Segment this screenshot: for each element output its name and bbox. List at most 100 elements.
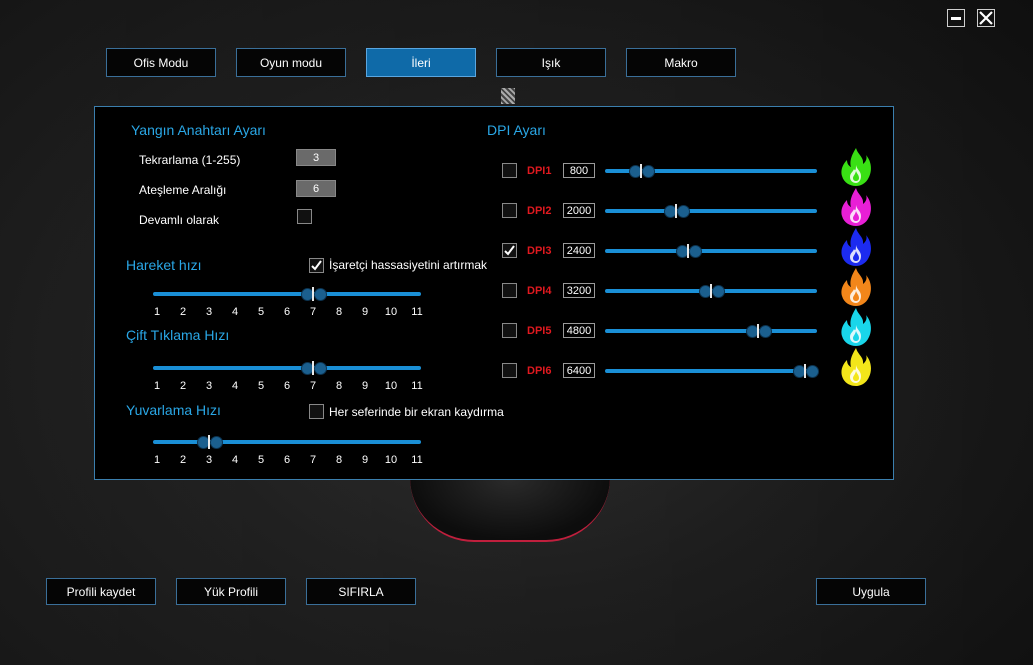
- double-click-title: Çift Tıklama Hızı: [126, 327, 230, 343]
- tick-label: 11: [411, 380, 423, 392]
- check-icon: [504, 245, 515, 256]
- dpi-checkbox[interactable]: [502, 283, 517, 298]
- dpi-value-input[interactable]: 4800: [563, 323, 595, 338]
- apply-button[interactable]: Uygula: [816, 578, 926, 605]
- flame-icon: [839, 227, 873, 267]
- scroll-speed-title: Yuvarlama Hızı: [126, 402, 221, 418]
- save-profile-button[interactable]: Profili kaydet: [46, 578, 156, 605]
- repeat-input[interactable]: 3: [296, 149, 336, 166]
- tick-label: 8: [335, 454, 343, 466]
- dpi-checkbox[interactable]: [502, 323, 517, 338]
- flame-icon: [839, 267, 873, 307]
- tick-label: 1: [153, 306, 161, 318]
- movement-speed-ticks: 1 2 3 4 5 6 7 8 9 10 11: [95, 306, 495, 320]
- screen-scroll-label: Her seferinde bir ekran kaydırma: [329, 405, 504, 419]
- tick-label: 6: [283, 380, 291, 392]
- dpi-slider[interactable]: [605, 364, 819, 378]
- screen-scroll-checkbox[interactable]: [309, 404, 324, 419]
- tick-label: 1: [153, 454, 161, 466]
- scroll-speed-thumb[interactable]: [197, 435, 223, 449]
- continuous-label: Devamlı olarak: [139, 213, 220, 227]
- dpi-checkbox[interactable]: [502, 243, 517, 258]
- dpi-value-input[interactable]: 2000: [563, 203, 595, 218]
- dpi-value-input[interactable]: 2400: [563, 243, 595, 258]
- movement-speed-slider[interactable]: [153, 287, 421, 301]
- dpi-slider-thumb[interactable]: [628, 164, 655, 178]
- tick-label: 10: [384, 306, 398, 318]
- tick-label: 3: [205, 380, 213, 392]
- tick-label: 8: [335, 306, 343, 318]
- flame-icon: [839, 347, 873, 387]
- dpi-slider[interactable]: [605, 204, 817, 218]
- tick-label: 4: [231, 380, 239, 392]
- tick-label: 11: [411, 454, 423, 466]
- repeat-label: Tekrarlama (1-255): [139, 153, 241, 167]
- dpi-slider-thumb[interactable]: [663, 204, 690, 218]
- tick-label: 4: [231, 306, 239, 318]
- dpi-checkbox[interactable]: [502, 163, 517, 178]
- dpi-slider[interactable]: [605, 324, 817, 338]
- dpi-value-input[interactable]: 6400: [563, 363, 595, 378]
- tick-label: 9: [361, 306, 369, 318]
- dpi-value-input[interactable]: 800: [563, 163, 595, 178]
- tick-label: 7: [309, 306, 317, 318]
- scroll-speed-slider[interactable]: [153, 435, 421, 449]
- dpi-label: DPI1: [527, 165, 552, 177]
- dpi-slider-thumb[interactable]: [699, 284, 725, 298]
- flame-icon: [839, 307, 873, 347]
- double-click-slider[interactable]: [153, 361, 421, 375]
- fire-key-title: Yangın Anahtarı Ayarı: [131, 122, 266, 138]
- dpi-slider-thumb[interactable]: [675, 244, 702, 258]
- reset-button[interactable]: SIFIRLA: [306, 578, 416, 605]
- dpi-slider[interactable]: [605, 284, 817, 298]
- double-click-thumb[interactable]: [301, 361, 327, 375]
- tick-label: 5: [257, 454, 265, 466]
- minimize-button[interactable]: [947, 9, 965, 27]
- tick-label: 6: [283, 306, 291, 318]
- dpi-label: DPI4: [527, 285, 552, 297]
- dpi-slider-thumb[interactable]: [793, 364, 819, 378]
- dpi-slider[interactable]: [605, 164, 817, 178]
- tick-label: 5: [257, 306, 265, 318]
- tick-label: 2: [179, 306, 187, 318]
- dpi-label: DPI2: [527, 205, 552, 217]
- dpi-label: DPI5: [527, 325, 552, 337]
- double-click-ticks: 1 2 3 4 5 6 7 8 9 10 11: [95, 380, 495, 394]
- tick-label: 7: [309, 454, 317, 466]
- movement-speed-thumb[interactable]: [301, 287, 327, 301]
- tick-label: 10: [384, 454, 398, 466]
- pointer-precision-checkbox[interactable]: [309, 258, 324, 273]
- load-profile-button[interactable]: Yük Profili: [176, 578, 286, 605]
- minimize-icon: [951, 16, 961, 20]
- tick-label: 8: [335, 380, 343, 392]
- dpi-slider[interactable]: [605, 244, 817, 258]
- tick-label: 5: [257, 380, 265, 392]
- dpi-checkbox[interactable]: [502, 203, 517, 218]
- dpi-checkbox[interactable]: [502, 363, 517, 378]
- tick-label: 7: [309, 380, 317, 392]
- tick-label: 1: [153, 380, 161, 392]
- flame-icon: [839, 187, 873, 227]
- tab-isik[interactable]: Işık: [496, 48, 606, 77]
- dpi-value-input[interactable]: 3200: [563, 283, 595, 298]
- tick-label: 11: [411, 306, 423, 318]
- continuous-checkbox[interactable]: [297, 209, 312, 224]
- tab-oyun-modu[interactable]: Oyun modu: [236, 48, 346, 77]
- tab-makro[interactable]: Makro: [626, 48, 736, 77]
- advanced-settings-panel: Yangın Anahtarı Ayarı Tekrarlama (1-255)…: [94, 106, 894, 480]
- dpi-title: DPI Ayarı: [487, 122, 546, 138]
- dpi-slider-thumb[interactable]: [746, 324, 772, 338]
- tick-label: 3: [205, 454, 213, 466]
- tab-ofis-modu[interactable]: Ofis Modu: [106, 48, 216, 77]
- close-icon: [979, 11, 993, 25]
- tick-label: 6: [283, 454, 291, 466]
- dpi-label: DPI6: [527, 365, 552, 377]
- tick-label: 2: [179, 454, 187, 466]
- tab-ileri[interactable]: İleri: [366, 48, 476, 77]
- dpi-label: DPI3: [527, 245, 552, 257]
- interval-input[interactable]: 6: [296, 180, 336, 197]
- tick-label: 9: [361, 380, 369, 392]
- tick-label: 3: [205, 306, 213, 318]
- tick-label: 2: [179, 380, 187, 392]
- close-button[interactable]: [977, 9, 995, 27]
